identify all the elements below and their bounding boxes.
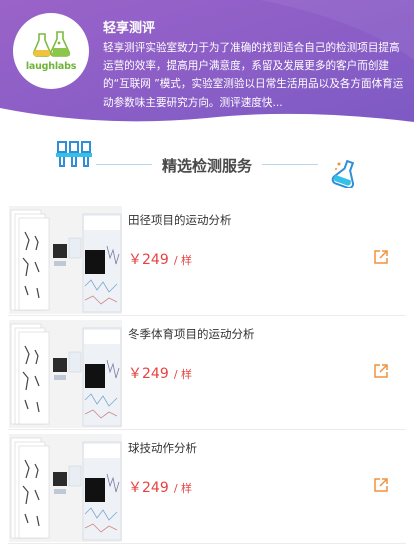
price-unit: / 样: [173, 482, 193, 495]
header-banner: laughlabs 轻享测评 轻享测评实验室致力于为了准确的找到适合自己的检测项…: [0, 0, 414, 130]
product-price: ￥249 / 样: [128, 249, 192, 269]
product-price: ￥249 / 样: [128, 363, 192, 383]
product-price: ￥249 / 样: [128, 477, 192, 497]
external-link-icon[interactable]: [372, 362, 390, 380]
section-divider-right: [262, 164, 318, 165]
product-title[interactable]: 球技动作分析: [128, 440, 197, 456]
page: laughlabs 轻享测评 轻享测评实验室致力于为了准确的找到适合自己的检测项…: [0, 0, 414, 546]
product-card[interactable]: 田径项目的运动分析 ￥249 / 样: [8, 206, 406, 316]
product-card[interactable]: 冬季体育项目的运动分析 ￥249 / 样: [8, 320, 406, 430]
product-card[interactable]: 球技动作分析 ￥249 / 样: [8, 434, 406, 544]
price-unit: / 样: [173, 254, 193, 267]
price-amount: ￥249: [128, 480, 169, 496]
price-amount: ￥249: [128, 252, 169, 268]
product-thumbnail[interactable]: [9, 206, 122, 314]
flask-icon: [331, 159, 355, 188]
external-link-icon[interactable]: [372, 248, 390, 266]
logo-wordmark: laughlabs: [25, 61, 77, 72]
product-thumbnail[interactable]: [9, 434, 122, 542]
external-link-icon[interactable]: [372, 476, 390, 494]
price-amount: ￥249: [128, 366, 169, 382]
brand-title: 轻享测评: [103, 21, 156, 36]
brand-logo: laughlabs: [13, 13, 89, 89]
price-unit: / 样: [173, 368, 193, 381]
product-title[interactable]: 田径项目的运动分析: [128, 212, 232, 228]
flask-logo-icon: [33, 31, 71, 57]
product-title[interactable]: 冬季体育项目的运动分析: [128, 326, 255, 342]
section-header: 精选检测服务: [0, 136, 414, 196]
brand-description: 轻享测评实验室致力于为了准确的找到适合自己的检测项目提高运营的效率，提高用户满意…: [103, 42, 404, 109]
product-thumbnail[interactable]: [9, 320, 122, 428]
